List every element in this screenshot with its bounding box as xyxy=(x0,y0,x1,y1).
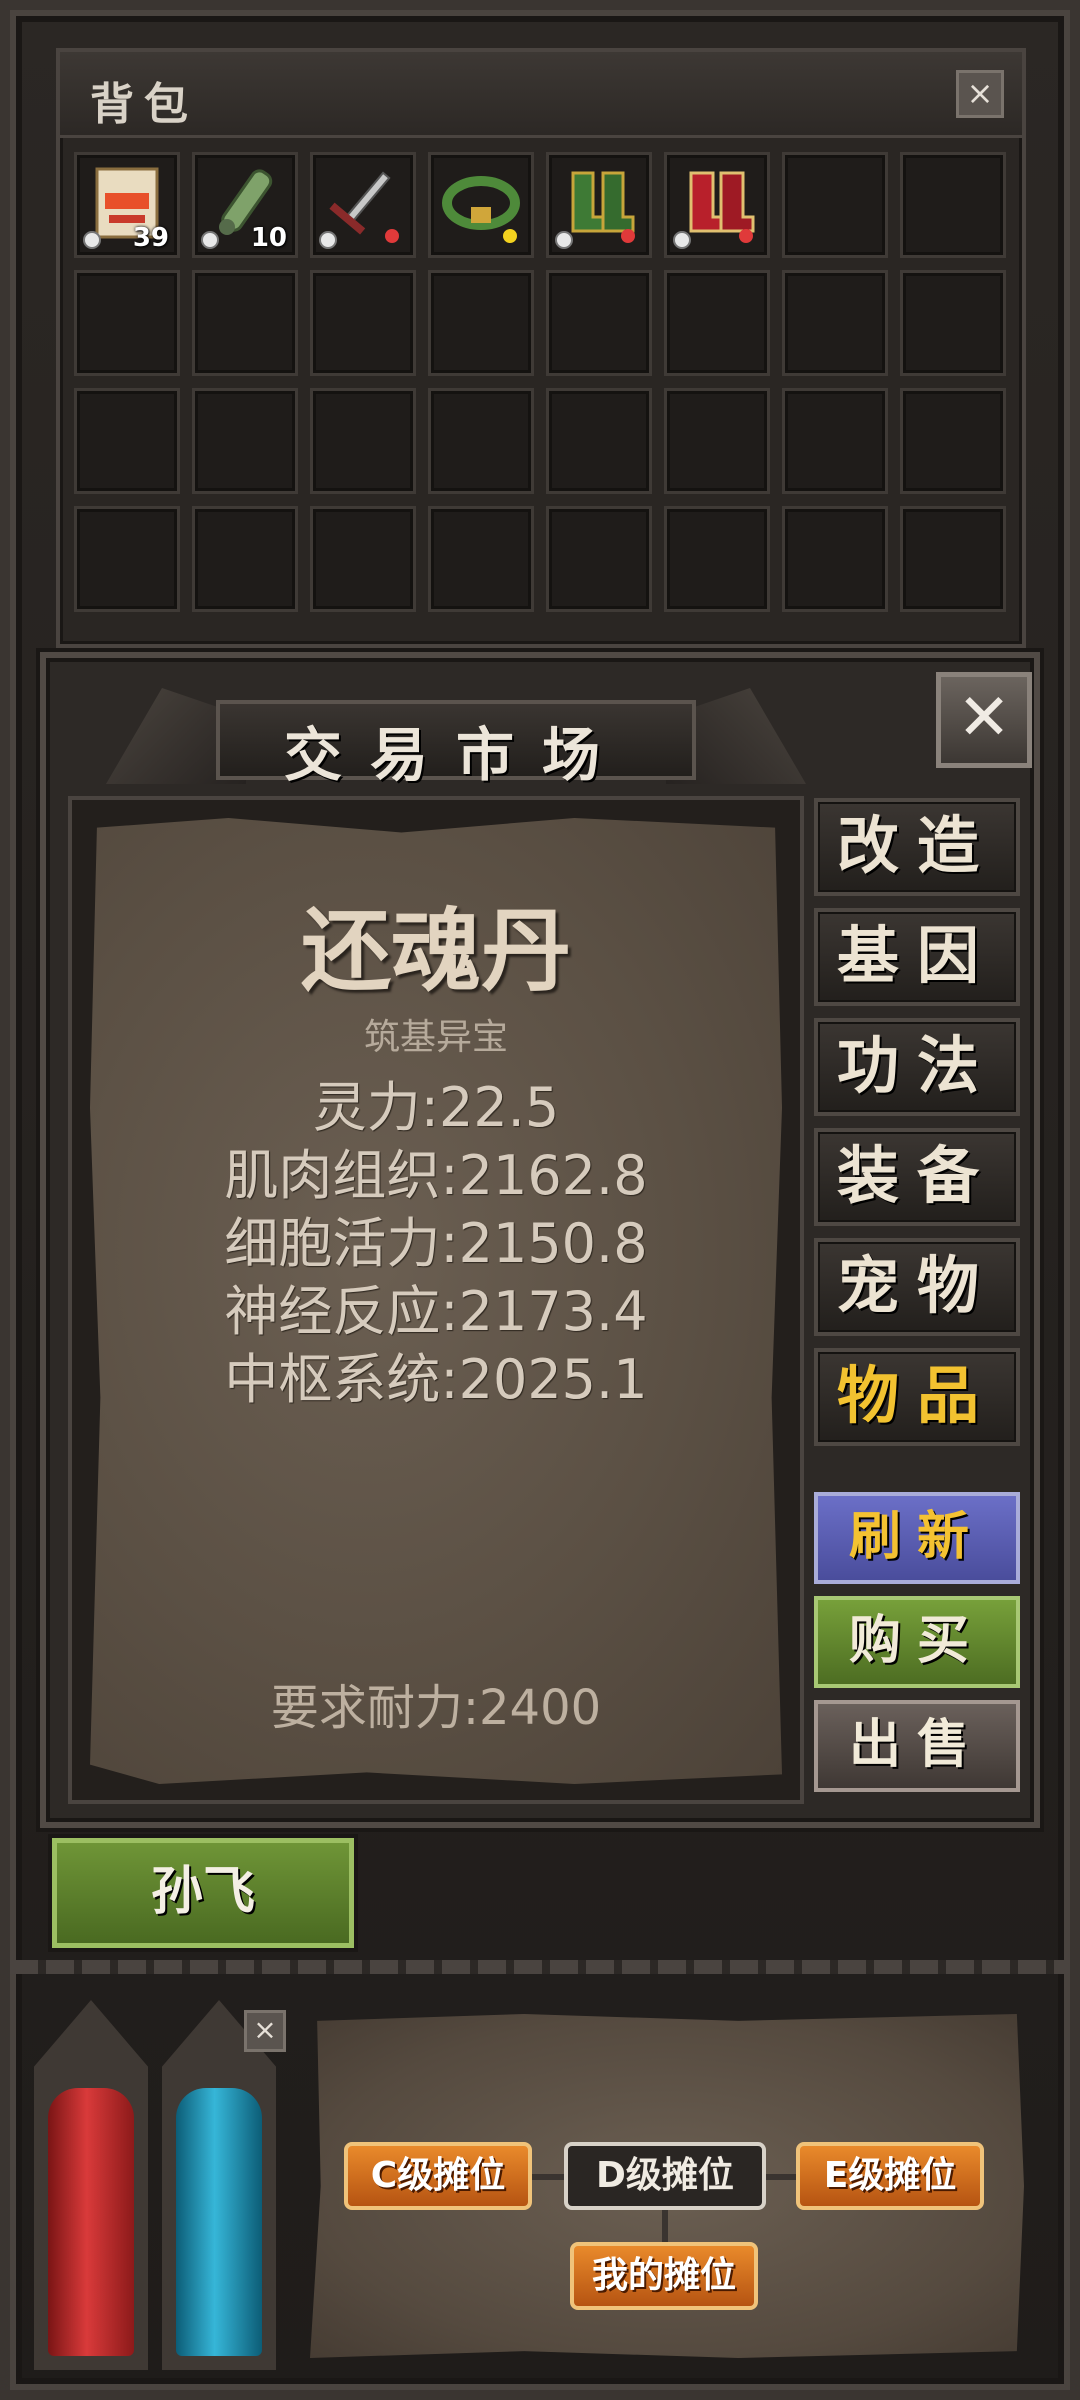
stall-connector-vertical xyxy=(662,2208,668,2244)
backpack-slot-empty[interactable] xyxy=(546,506,652,612)
tab-gene[interactable]: 基因 xyxy=(814,908,1020,1006)
item-category: 筑基异宝 xyxy=(363,1017,508,1058)
bottom-divider xyxy=(10,1960,1070,1974)
stall-close-button[interactable]: × xyxy=(244,2010,286,2052)
hp-vial xyxy=(48,2088,134,2356)
bound-lock-icon xyxy=(319,231,337,249)
bound-lock-icon xyxy=(555,231,573,249)
backpack-slot-empty[interactable] xyxy=(310,506,416,612)
backpack-slot-empty[interactable] xyxy=(782,388,888,494)
hp-vial-frame xyxy=(34,2000,148,2370)
market-title: 交易市场 xyxy=(283,721,628,789)
market-close-button[interactable]: ✕ xyxy=(936,672,1032,768)
backpack-slot-empty[interactable] xyxy=(900,152,1006,258)
bound-lock-icon xyxy=(83,231,101,249)
c-stall-button[interactable]: C级摊位 xyxy=(344,2142,532,2210)
stat-line: 细胞活力:2150.8 xyxy=(224,1212,648,1275)
backpack-slot-item[interactable] xyxy=(546,152,652,258)
backpack-slot-item[interactable]: 10 xyxy=(192,152,298,258)
backpack-slot-empty[interactable] xyxy=(428,270,534,376)
item-stats: 灵力:22.5 肌肉组织:2162.8 细胞活力:2150.8 神经反应:217… xyxy=(90,1074,782,1414)
tab-pet[interactable]: 宠物 xyxy=(814,1238,1020,1336)
backpack-slot-empty[interactable] xyxy=(900,506,1006,612)
item-name: 还魂丹 xyxy=(301,899,571,1004)
trade-market-panel: 交易市场 ✕ 还魂丹 筑基异宝 灵力:22.5 肌肉组织:2162.8 细胞活力… xyxy=(40,652,1040,1828)
backpack-slot-empty[interactable] xyxy=(428,388,534,494)
e-stall-button[interactable]: E级摊位 xyxy=(796,2142,984,2210)
backpack-slot-empty[interactable] xyxy=(900,270,1006,376)
item-requirement: 要求耐力:2400 xyxy=(270,1680,602,1736)
backpack-grid: 39 10 xyxy=(74,152,1006,612)
backpack-slot-empty[interactable] xyxy=(310,270,416,376)
backpack-title: 背包 xyxy=(90,79,198,130)
backpack-slot-empty[interactable] xyxy=(664,388,770,494)
backpack-slot-item[interactable] xyxy=(310,152,416,258)
backpack-title-bar: 背包 × xyxy=(60,52,1022,138)
backpack-panel: 背包 × 39 10 xyxy=(56,48,1026,648)
bound-lock-icon xyxy=(673,231,691,249)
backpack-slot-empty[interactable] xyxy=(192,388,298,494)
my-stall-button[interactable]: 我的摊位 xyxy=(570,2242,758,2310)
stat-line: 中枢系统:2025.1 xyxy=(224,1348,648,1411)
quality-dot-icon xyxy=(385,229,399,243)
market-header: 交易市场 xyxy=(106,678,806,789)
backpack-slot-item[interactable] xyxy=(428,152,534,258)
sell-button[interactable]: 出售 xyxy=(814,1700,1020,1792)
tab-equipment[interactable]: 装备 xyxy=(814,1128,1020,1226)
buy-button[interactable]: 购买 xyxy=(814,1596,1020,1688)
backpack-slot-empty[interactable] xyxy=(74,388,180,494)
d-stall-button[interactable]: D级摊位 xyxy=(564,2142,766,2210)
backpack-slot-item[interactable]: 39 xyxy=(74,152,180,258)
tab-items[interactable]: 物品 xyxy=(814,1348,1020,1446)
item-quantity: 10 xyxy=(250,223,287,253)
backpack-close-button[interactable]: × xyxy=(956,70,1004,118)
item-info-frame: 还魂丹 筑基异宝 灵力:22.5 肌肉组织:2162.8 细胞活力:2150.8… xyxy=(68,796,804,1804)
item-info-parchment: 还魂丹 筑基异宝 灵力:22.5 肌肉组织:2162.8 细胞活力:2150.8… xyxy=(90,818,782,1784)
backpack-slot-empty[interactable] xyxy=(428,506,534,612)
backpack-slot-empty[interactable] xyxy=(192,506,298,612)
refresh-button[interactable]: 刷新 xyxy=(814,1492,1020,1584)
backpack-slot-empty[interactable] xyxy=(310,388,416,494)
backpack-slot-empty[interactable] xyxy=(782,506,888,612)
quality-dot-icon xyxy=(621,229,635,243)
backpack-slot-empty[interactable] xyxy=(664,506,770,612)
backpack-slot-empty[interactable] xyxy=(74,270,180,376)
mp-vial-frame xyxy=(162,2000,276,2370)
bound-lock-icon xyxy=(201,231,219,249)
seller-name-button[interactable]: 孙飞 xyxy=(52,1838,354,1948)
backpack-slot-empty[interactable] xyxy=(74,506,180,612)
backpack-slot-empty[interactable] xyxy=(782,152,888,258)
category-tabs: 改造 基因 功法 装备 宠物 物品 刷新 购买 出售 xyxy=(814,798,1024,1804)
quality-dot-icon xyxy=(503,229,517,243)
hp-mp-vials xyxy=(34,2000,278,2370)
mp-vial xyxy=(176,2088,262,2356)
tab-modify[interactable]: 改造 xyxy=(814,798,1020,896)
tab-technique[interactable]: 功法 xyxy=(814,1018,1020,1116)
backpack-slot-empty[interactable] xyxy=(546,270,652,376)
item-quantity: 39 xyxy=(132,223,169,253)
stat-line: 神经反应:2173.4 xyxy=(224,1280,648,1343)
stat-line: 肌肉组织:2162.8 xyxy=(224,1144,648,1207)
backpack-slot-empty[interactable] xyxy=(546,388,652,494)
quality-dot-icon xyxy=(739,229,753,243)
backpack-slot-item[interactable] xyxy=(664,152,770,258)
backpack-slot-empty[interactable] xyxy=(664,270,770,376)
backpack-slot-empty[interactable] xyxy=(782,270,888,376)
backpack-slot-empty[interactable] xyxy=(900,388,1006,494)
backpack-slot-empty[interactable] xyxy=(192,270,298,376)
stat-line: 灵力:22.5 xyxy=(312,1076,560,1139)
